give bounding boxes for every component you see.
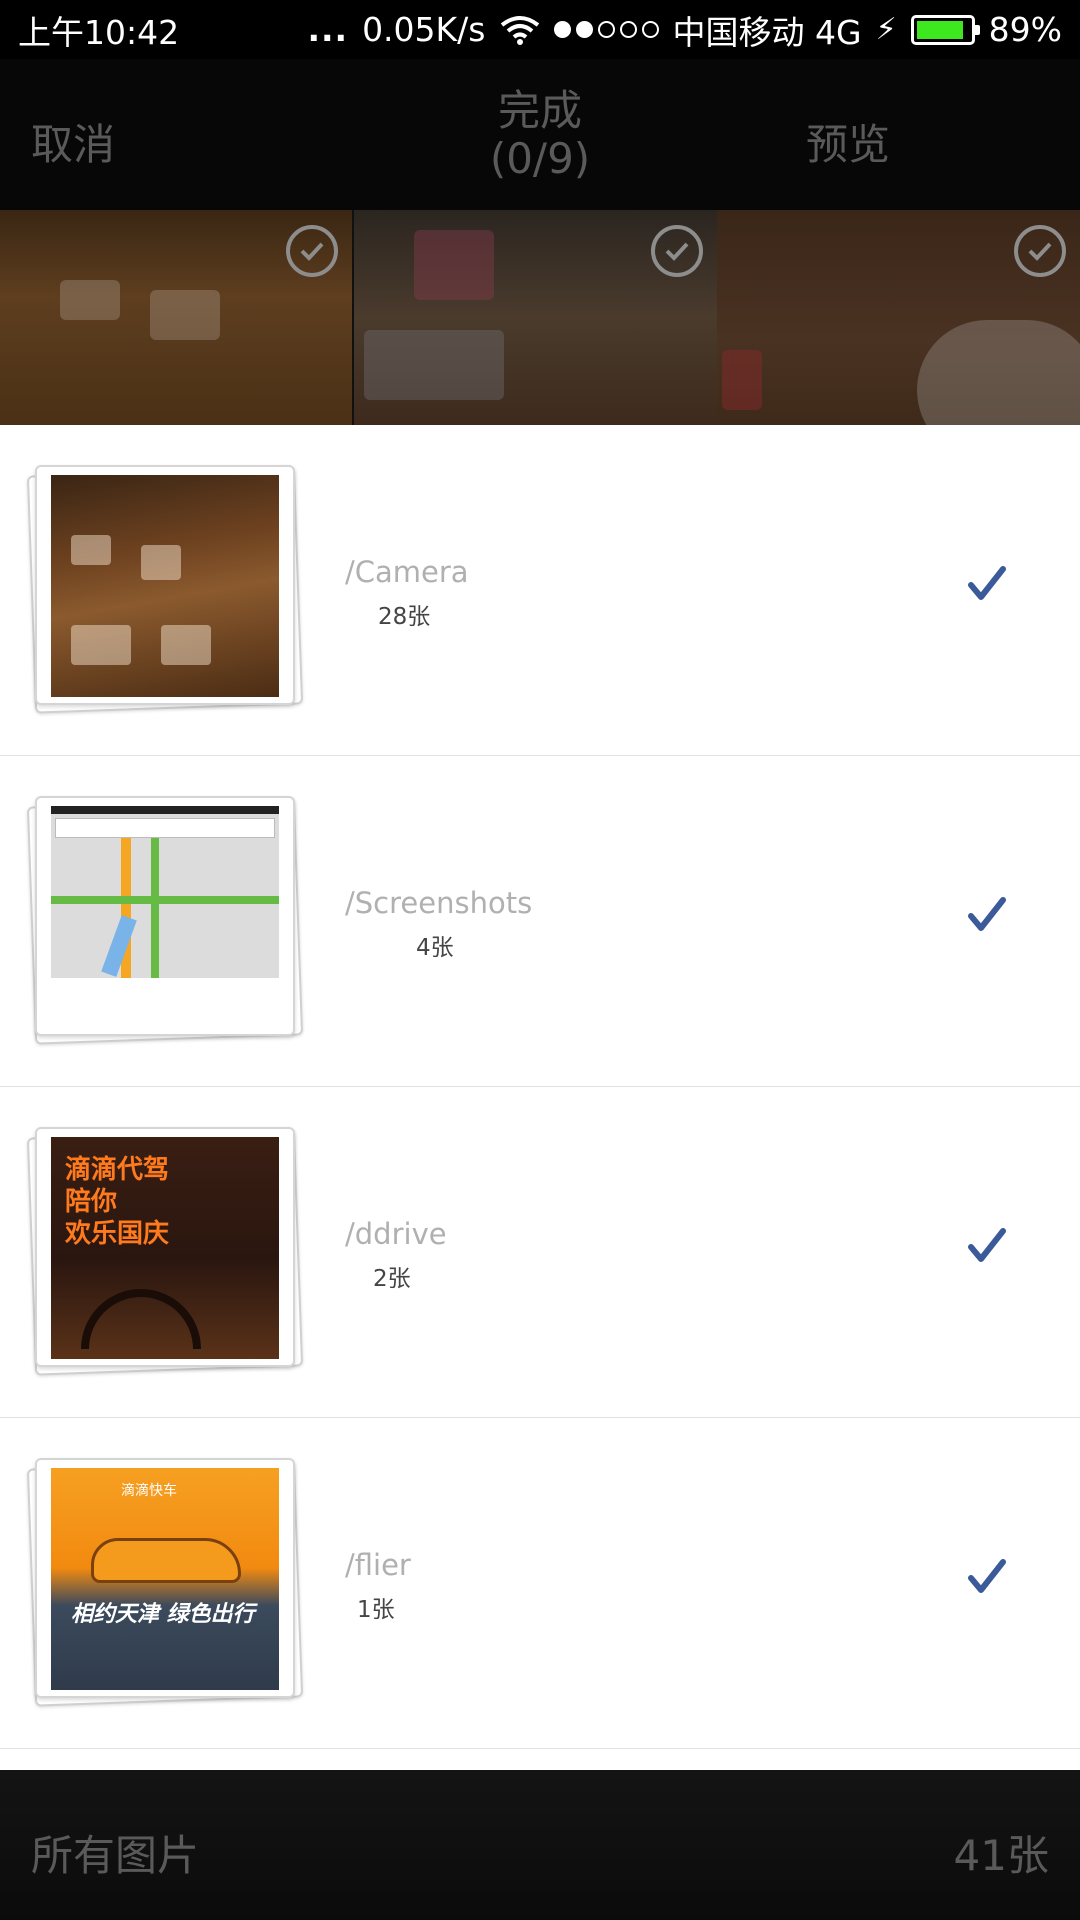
folder-thumbnail: 滴滴代驾 陪你 欢乐国庆	[25, 1119, 305, 1379]
charging-icon: ⚡	[875, 12, 897, 47]
poster-text: 陪你	[65, 1187, 118, 1217]
status-time: 上午10:42	[18, 12, 180, 52]
wifi-icon	[500, 15, 539, 45]
folder-item-camera[interactable]: /Camera 28张	[0, 425, 1080, 756]
checkmark-icon	[968, 1559, 1006, 1593]
folder-name: /Screenshots	[345, 886, 533, 920]
poster-slogan: 相约天津 绿色出行	[71, 1602, 255, 1627]
photo-tile[interactable]	[0, 210, 352, 425]
carrier-label: 中国移动 4G	[672, 12, 862, 52]
done-count: (0/9)	[489, 134, 591, 183]
screenshots-thumbnail-image	[51, 806, 279, 1028]
signal-strength-icon	[553, 21, 659, 38]
folder-count: 2张	[373, 1266, 411, 1292]
battery-fill	[916, 20, 963, 39]
select-circle-icon[interactable]	[1014, 225, 1066, 277]
done-button[interactable]: 完成 (0/9)	[0, 87, 1080, 183]
folder-count: 1张	[357, 1597, 395, 1623]
network-speed: 0.05K/s	[362, 10, 486, 49]
photo-grid	[0, 210, 1080, 425]
select-circle-icon[interactable]	[651, 225, 703, 277]
checkmark-icon	[968, 1228, 1006, 1262]
action-bar: 取消 完成 (0/9) 预览	[0, 59, 1080, 210]
folder-thumbnail	[25, 788, 305, 1048]
folder-name: /ddrive	[345, 1217, 447, 1251]
folder-count: 4张	[416, 935, 454, 961]
folder-name: /flier	[345, 1548, 411, 1582]
folder-count: 28张	[378, 604, 431, 630]
poster-text: 滴滴代驾	[65, 1155, 170, 1185]
folder-item-screenshots[interactable]: /Screenshots 4张	[0, 756, 1080, 1087]
camera-thumbnail-image	[51, 475, 279, 697]
preview-button[interactable]: 预览	[806, 111, 890, 172]
poster-brand: 滴滴快车	[121, 1483, 177, 1499]
ddrive-thumbnail-image: 滴滴代驾 陪你 欢乐国庆	[51, 1137, 279, 1359]
checkmark-icon	[968, 897, 1006, 931]
checkmark-icon	[968, 566, 1006, 600]
folder-name: /Camera	[345, 555, 469, 589]
more-dots-icon: ...	[307, 10, 349, 49]
bottom-bar: 所有图片 41张	[0, 1770, 1080, 1920]
folder-thumbnail: 滴滴快车 相约天津 绿色出行	[25, 1450, 305, 1710]
all-photos-button[interactable]: 所有图片	[31, 1822, 199, 1883]
total-count: 41张	[953, 1831, 1049, 1880]
folder-item-ddrive[interactable]: 滴滴代驾 陪你 欢乐国庆 /ddrive 2张	[0, 1087, 1080, 1418]
folder-thumbnail	[25, 457, 305, 717]
flier-thumbnail-image: 滴滴快车 相约天津 绿色出行	[51, 1468, 279, 1690]
folder-item-flier[interactable]: 滴滴快车 相约天津 绿色出行 /flier 1张	[0, 1418, 1080, 1749]
photo-tile[interactable]	[717, 210, 1080, 425]
photo-tile[interactable]	[354, 210, 717, 425]
battery-icon	[910, 14, 980, 45]
status-bar: 上午10:42 ... 0.05K/s 中国移动 4G ⚡ 89%	[0, 0, 1080, 59]
select-circle-icon[interactable]	[286, 225, 338, 277]
folder-list: /Camera 28张 /Screenshots 4张 滴滴代驾 陪你 欢乐国庆…	[0, 425, 1080, 1770]
done-label: 完成	[497, 86, 582, 135]
battery-percent: 89%	[988, 10, 1062, 49]
poster-text: 欢乐国庆	[65, 1219, 170, 1249]
